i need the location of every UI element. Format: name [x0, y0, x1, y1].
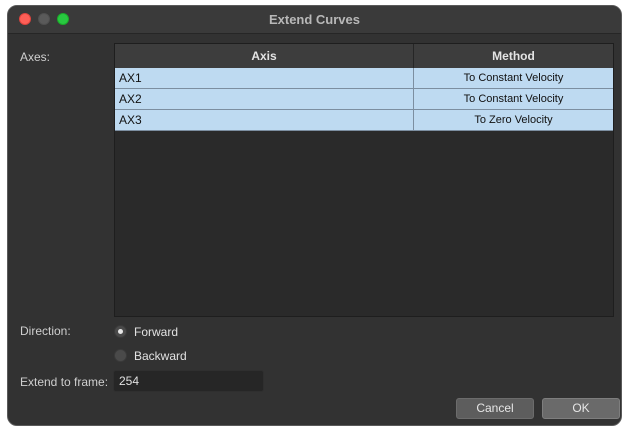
extend-to-frame-input[interactable] [113, 370, 264, 392]
extend-to-frame-label: Extend to frame: [20, 375, 109, 389]
ok-button[interactable]: OK [542, 398, 620, 419]
column-header-method[interactable]: Method [414, 44, 613, 68]
method-cell[interactable]: To Constant Velocity [414, 68, 613, 88]
cancel-button[interactable]: Cancel [456, 398, 534, 419]
table-row[interactable]: AX1 To Constant Velocity [115, 68, 613, 89]
backward-label[interactable]: Backward [134, 349, 187, 363]
extend-curves-dialog: Extend Curves Axes: Axis Method AX1 To C… [7, 5, 622, 426]
axis-cell: AX3 [115, 110, 414, 130]
axes-table[interactable]: Axis Method AX1 To Constant Velocity AX2… [114, 43, 614, 317]
column-header-axis[interactable]: Axis [115, 44, 414, 68]
table-header: Axis Method [115, 44, 613, 69]
axes-label: Axes: [20, 50, 51, 64]
axis-cell: AX2 [115, 89, 414, 109]
table-row[interactable]: AX3 To Zero Velocity [115, 110, 613, 131]
method-cell[interactable]: To Constant Velocity [414, 89, 613, 109]
forward-label[interactable]: Forward [134, 325, 178, 339]
forward-radio[interactable] [114, 325, 127, 338]
table-row[interactable]: AX2 To Constant Velocity [115, 89, 613, 110]
method-cell[interactable]: To Zero Velocity [414, 110, 613, 130]
axis-cell: AX1 [115, 68, 414, 88]
title-bar[interactable]: Extend Curves [8, 6, 621, 34]
direction-label: Direction: [20, 324, 71, 338]
backward-radio[interactable] [114, 349, 127, 362]
window-title: Extend Curves [268, 12, 361, 27]
